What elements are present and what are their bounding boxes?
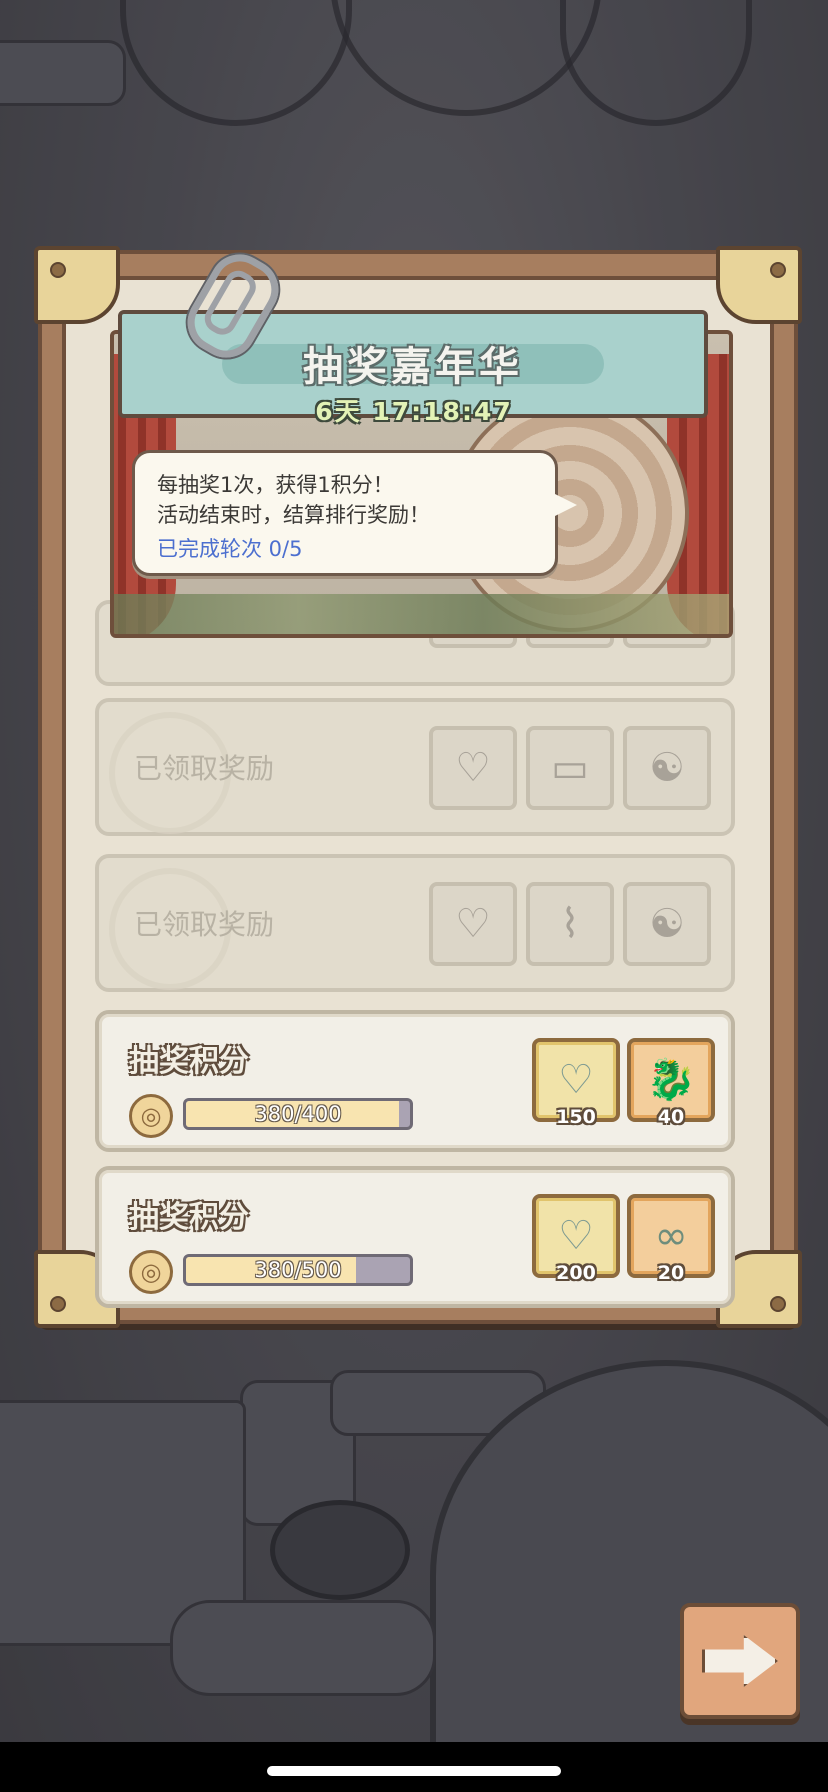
balloon-icon[interactable]: ♡	[429, 726, 517, 810]
corner-bracket	[34, 246, 120, 324]
progress-text: 380/500	[254, 1258, 342, 1282]
arrow-right-icon	[702, 1635, 778, 1687]
spiral-coin-icon: ◎	[129, 1094, 173, 1138]
reward-row-claimed: 已领取奖励 ♡ ⌇ ☯	[95, 854, 735, 992]
dragon-icon[interactable]: 🐉 40	[627, 1038, 715, 1128]
reward-row-points: 抽奖积分 ◎ 380/500 ♡ 200 ∞ 20	[95, 1166, 735, 1308]
points-title: 抽奖积分	[129, 1200, 249, 1235]
reward-row-claimed: 已领取奖励 ♡ ▭ ☯	[95, 698, 735, 836]
balloon-icon[interactable]: ♡ 150	[532, 1038, 620, 1128]
corner-bracket	[716, 246, 802, 324]
ticket-icon[interactable]: ▭	[526, 726, 614, 810]
rounds-progress: 已完成轮次 0/5	[157, 537, 303, 561]
home-indicator[interactable]	[267, 1766, 561, 1776]
bottom-bar	[0, 1742, 828, 1792]
balloon-icon[interactable]: ♡	[429, 882, 517, 966]
info-line: 活动结束时，结算排行奖励！	[157, 503, 430, 527]
yin-yang-icon[interactable]: ☯	[623, 882, 711, 966]
cannon-icon[interactable]: ⌇	[526, 882, 614, 966]
progress-text: 380/400	[254, 1102, 342, 1126]
info-bubble: 每抽奖1次，获得1积分！ 活动结束时，结算排行奖励！ 已完成轮次 0/5	[132, 450, 577, 576]
points-progress-bar: 380/400	[183, 1098, 413, 1130]
points-progress-bar: 380/500	[183, 1254, 413, 1286]
spiral-coin-icon: ◎	[129, 1250, 173, 1294]
claimed-label: 已领取奖励	[134, 752, 275, 785]
item-quantity: 150	[556, 1106, 596, 1128]
reward-row-points: 抽奖积分 ◎ 380/400 ♡ 150 🐉 40	[95, 1010, 735, 1152]
item-quantity: 40	[657, 1106, 685, 1128]
item-quantity: 200	[556, 1262, 596, 1284]
points-title: 抽奖积分	[129, 1044, 249, 1079]
yin-yang-icon[interactable]: ☯	[623, 726, 711, 810]
item-quantity: 20	[657, 1262, 685, 1284]
countdown-timer: 6天 17:18:47	[315, 397, 513, 426]
foliage	[114, 594, 729, 634]
glasses-icon[interactable]: ∞ 20	[627, 1194, 715, 1284]
balloon-icon[interactable]: ♡ 200	[532, 1194, 620, 1284]
claimed-label: 已领取奖励	[134, 908, 275, 941]
info-line: 每抽奖1次，获得1积分！	[157, 473, 394, 497]
next-button[interactable]	[680, 1603, 800, 1719]
